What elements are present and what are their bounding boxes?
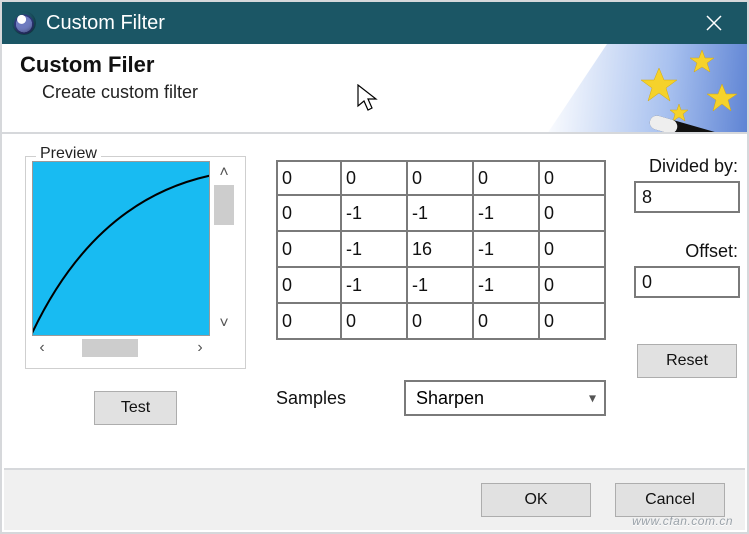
matrix-cell-1-0[interactable] xyxy=(276,196,342,232)
cancel-button[interactable]: Cancel xyxy=(615,483,725,517)
scroll-up-icon[interactable]: ˄ xyxy=(214,161,234,185)
reset-button[interactable]: Reset xyxy=(637,344,737,378)
matrix-cell-1-4[interactable] xyxy=(540,196,606,232)
chevron-down-icon: ▾ xyxy=(589,390,596,407)
offset-input[interactable] xyxy=(634,266,740,298)
ok-button[interactable]: OK xyxy=(481,483,591,517)
matrix-cell-3-2[interactable] xyxy=(408,268,474,304)
matrix-cell-4-0[interactable] xyxy=(276,304,342,340)
matrix-cell-3-1[interactable] xyxy=(342,268,408,304)
hscroll-thumb[interactable] xyxy=(82,339,138,357)
matrix-cell-0-4[interactable] xyxy=(540,160,606,196)
dialog-body: Preview ˄ ˅ ‹ xyxy=(2,134,747,464)
scroll-left-icon[interactable]: ‹ xyxy=(32,336,52,360)
matrix-cell-2-3[interactable] xyxy=(474,232,540,268)
preview-vscrollbar[interactable]: ˄ ˅ xyxy=(212,161,236,336)
close-icon xyxy=(706,15,722,31)
matrix-cell-2-0[interactable] xyxy=(276,232,342,268)
divided-by-input[interactable] xyxy=(634,181,740,213)
titlebar: Custom Filter xyxy=(2,2,747,44)
app-icon xyxy=(12,11,36,35)
preview-hscrollbar[interactable]: ‹ › xyxy=(32,336,210,360)
test-button[interactable]: Test xyxy=(94,391,177,425)
dialog-footer: OK Cancel xyxy=(4,468,745,530)
matrix-cell-0-3[interactable] xyxy=(474,160,540,196)
scroll-down-icon[interactable]: ˅ xyxy=(214,312,234,336)
matrix-cell-2-2[interactable] xyxy=(408,232,474,268)
matrix-cell-4-1[interactable] xyxy=(342,304,408,340)
matrix-cell-4-3[interactable] xyxy=(474,304,540,340)
samples-label: Samples xyxy=(276,388,404,409)
preview-curve-icon xyxy=(33,162,210,336)
matrix-cell-1-2[interactable] xyxy=(408,196,474,232)
matrix-cell-0-2[interactable] xyxy=(408,160,474,196)
window-title: Custom Filter xyxy=(46,12,687,35)
matrix-cell-2-1[interactable] xyxy=(342,232,408,268)
matrix-cell-0-1[interactable] xyxy=(342,160,408,196)
matrix-cell-0-0[interactable] xyxy=(276,160,342,196)
preview-group: Preview ˄ ˅ ‹ xyxy=(25,156,246,369)
matrix-cell-3-4[interactable] xyxy=(540,268,606,304)
samples-selected: Sharpen xyxy=(416,388,484,409)
samples-combobox[interactable]: Sharpen ▾ xyxy=(404,380,606,416)
preview-canvas[interactable] xyxy=(32,161,210,336)
matrix-cell-1-1[interactable] xyxy=(342,196,408,232)
matrix-cell-4-4[interactable] xyxy=(540,304,606,340)
close-button[interactable] xyxy=(687,2,741,44)
divided-by-label: Divided by: xyxy=(634,156,738,177)
dialog-header: Custom Filer Create custom filter xyxy=(2,44,747,134)
filter-matrix xyxy=(276,160,606,340)
matrix-cell-4-2[interactable] xyxy=(408,304,474,340)
scroll-right-icon[interactable]: › xyxy=(190,336,210,360)
matrix-cell-1-3[interactable] xyxy=(474,196,540,232)
matrix-cell-3-0[interactable] xyxy=(276,268,342,304)
offset-label: Offset: xyxy=(634,241,738,262)
vscroll-thumb[interactable] xyxy=(214,185,234,225)
matrix-cell-3-3[interactable] xyxy=(474,268,540,304)
matrix-cell-2-4[interactable] xyxy=(540,232,606,268)
